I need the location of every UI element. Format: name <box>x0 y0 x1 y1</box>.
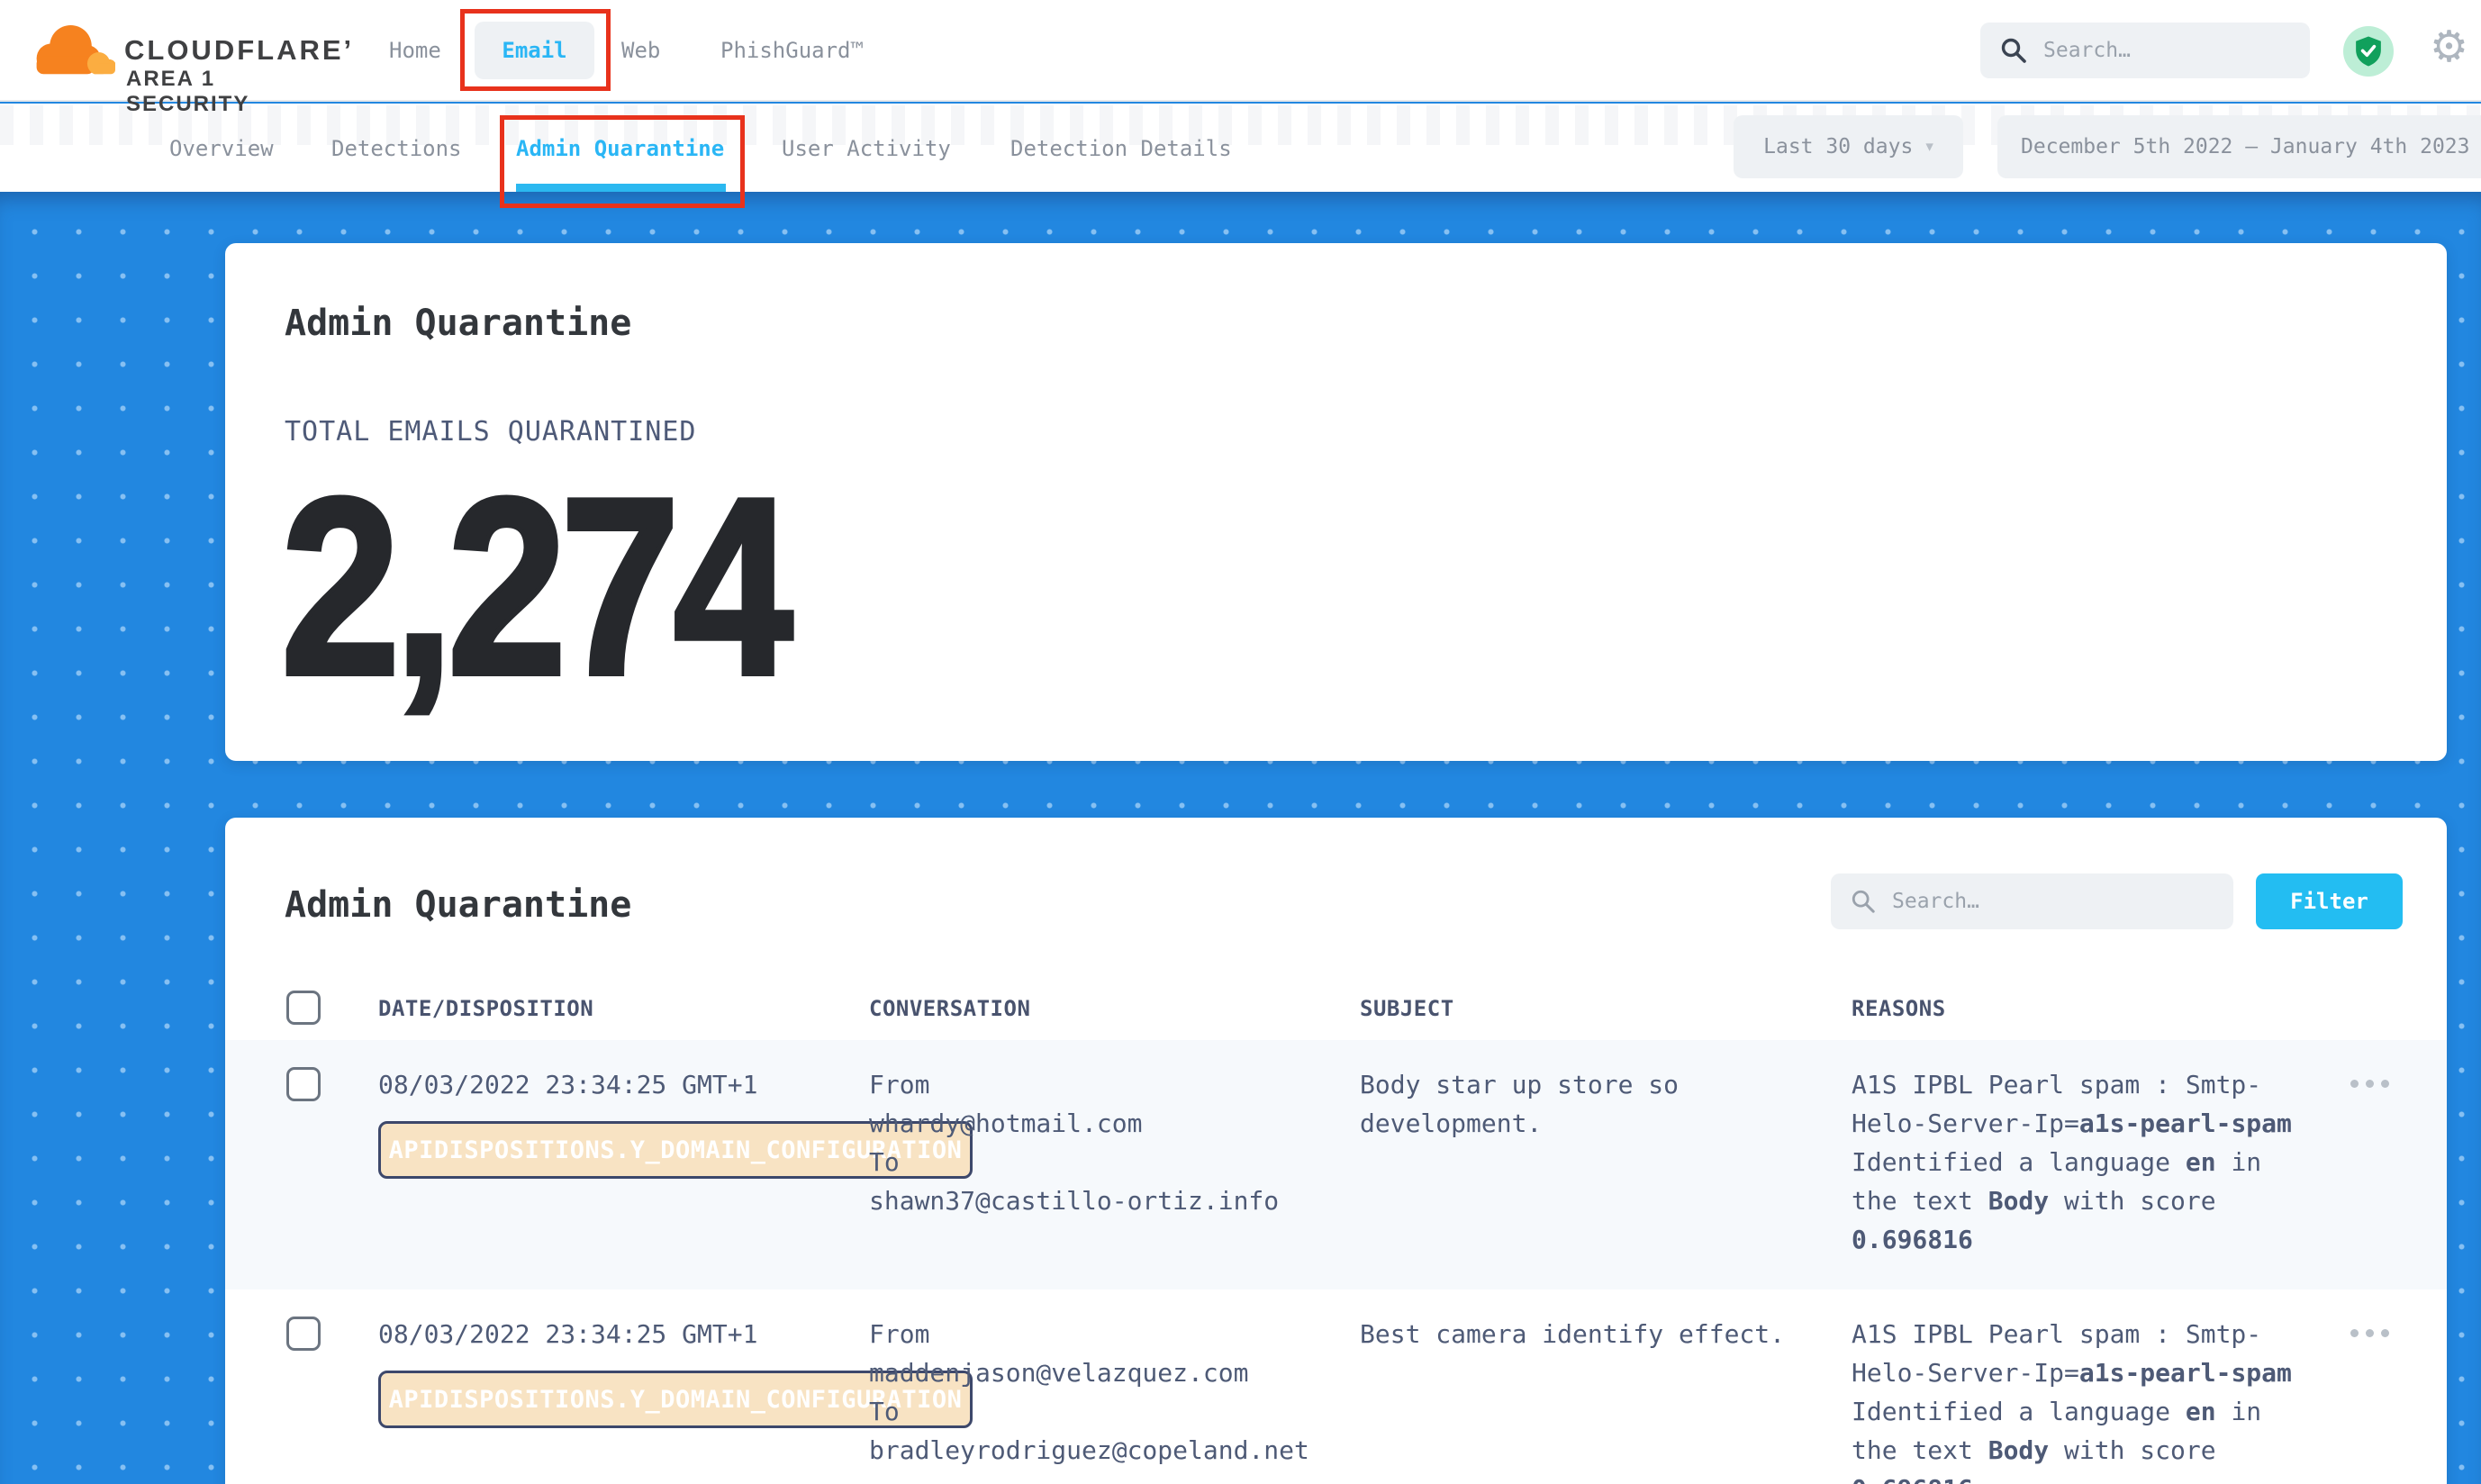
search-icon <box>2000 37 2027 64</box>
summary-card: Admin Quarantine TOTAL EMAILS QUARANTINE… <box>225 243 2447 761</box>
to-email[interactable]: bradleyrodriguez@copeland.net <box>869 1431 1346 1470</box>
row-reasons: A1S IPBL Pearl spam : Smtp- Helo-Server-… <box>1852 1065 2374 1259</box>
summary-card-title: Admin Quarantine <box>285 303 631 344</box>
date-range-display[interactable]: December 5th 2022 — January 4th 2023 <box>1997 115 2481 178</box>
top-navbar: CLOUDFLARE’ AREA 1 SECURITY Home Email W… <box>0 0 2481 102</box>
from-label: From <box>869 1315 1346 1353</box>
gear-icon[interactable]: ⚙ <box>2430 22 2468 72</box>
date-range-text: December 5th 2022 — January 4th 2023 <box>2021 135 2470 158</box>
annotation-box-admin-quarantine-tab <box>500 115 745 208</box>
row-reasons: A1S IPBL Pearl spam : Smtp- Helo-Server-… <box>1852 1315 2374 1484</box>
table-card-title: Admin Quarantine <box>285 884 631 926</box>
row-conversation: From whardy@hotmail.com To shawn37@casti… <box>869 1065 1346 1220</box>
table-row: 08/03/2022 23:34:25 GMT+1 APIDISPOSITION… <box>225 1040 2447 1289</box>
column-header-reasons: REASONS <box>1852 996 1946 1021</box>
subnav-item-detections[interactable]: Detections <box>331 136 462 161</box>
date-range-selector-label: Last 30 days <box>1763 135 1913 158</box>
total-quarantined-label: TOTAL EMAILS QUARANTINED <box>285 416 696 448</box>
topnav-item-phishguard[interactable]: PhishGuard™ <box>720 38 864 63</box>
subnav-item-overview[interactable]: Overview <box>169 136 274 161</box>
global-search[interactable] <box>1980 23 2310 78</box>
shield-check-icon <box>2354 35 2383 68</box>
topnav-item-home[interactable]: Home <box>389 38 441 63</box>
row-subject: Best camera identify effect. <box>1360 1315 1821 1353</box>
table-row: 08/03/2022 23:34:25 GMT+1 APIDISPOSITION… <box>225 1289 2447 1484</box>
row-actions-ellipsis-icon[interactable] <box>2350 1329 2389 1337</box>
total-quarantined-value: 2,274 <box>281 461 787 713</box>
table-header-row: DATE/DISPOSITION CONVERSATION SUBJECT RE… <box>225 980 2447 1040</box>
row-date: 08/03/2022 23:34:25 GMT+1 <box>378 1065 757 1104</box>
from-label: From <box>869 1065 1346 1104</box>
account-status-badge[interactable] <box>2343 26 2394 77</box>
brand-name: CLOUDFLARE’ <box>124 34 354 67</box>
brand-subtitle: AREA 1 SECURITY <box>126 67 331 117</box>
table-search-input[interactable] <box>1892 890 2214 913</box>
row-subject: Body star up store so development. <box>1360 1065 1821 1143</box>
row-actions-ellipsis-icon[interactable] <box>2350 1080 2389 1088</box>
to-email[interactable]: shawn37@castillo-ortiz.info <box>869 1181 1346 1220</box>
column-header-conversation: CONVERSATION <box>869 996 1030 1021</box>
caret-down-icon: ▾ <box>1925 138 1933 156</box>
row-checkbox[interactable] <box>286 1067 321 1101</box>
email-subnav: Overview Detections Admin Quarantine Use… <box>0 104 2481 192</box>
column-header-date: DATE/DISPOSITION <box>378 996 593 1021</box>
column-header-subject: SUBJECT <box>1360 996 1454 1021</box>
from-email[interactable]: whardy@hotmail.com <box>869 1104 1346 1143</box>
cloudflare-cloud-icon <box>25 13 115 95</box>
to-label: To <box>869 1143 1346 1181</box>
subnav-item-user-activity[interactable]: User Activity <box>782 136 951 161</box>
date-range-selector[interactable]: Last 30 days ▾ <box>1734 115 1963 178</box>
subnav-item-detection-details[interactable]: Detection Details <box>1010 136 1232 161</box>
row-checkbox[interactable] <box>286 1317 321 1351</box>
filter-button[interactable]: Filter <box>2256 873 2403 929</box>
quarantine-table-card: Admin Quarantine Filter DATE/DISPOSITION… <box>225 818 2447 1484</box>
row-date: 08/03/2022 23:34:25 GMT+1 <box>378 1315 757 1353</box>
to-label: To <box>869 1392 1346 1431</box>
search-icon <box>1851 889 1876 914</box>
select-all-checkbox[interactable] <box>286 991 321 1025</box>
table-search[interactable] <box>1831 873 2233 929</box>
cloudflare-logo[interactable]: CLOUDFLARE’ AREA 1 SECURITY <box>25 7 331 97</box>
global-search-input[interactable] <box>2043 39 2309 62</box>
from-email[interactable]: maddenjason@velazquez.com <box>869 1353 1346 1392</box>
topnav-item-web[interactable]: Web <box>621 38 660 63</box>
page: CLOUDFLARE’ AREA 1 SECURITY Home Email W… <box>0 0 2481 1484</box>
row-conversation: From maddenjason@velazquez.com To bradle… <box>869 1315 1346 1470</box>
annotation-box-email-tab <box>460 9 611 91</box>
